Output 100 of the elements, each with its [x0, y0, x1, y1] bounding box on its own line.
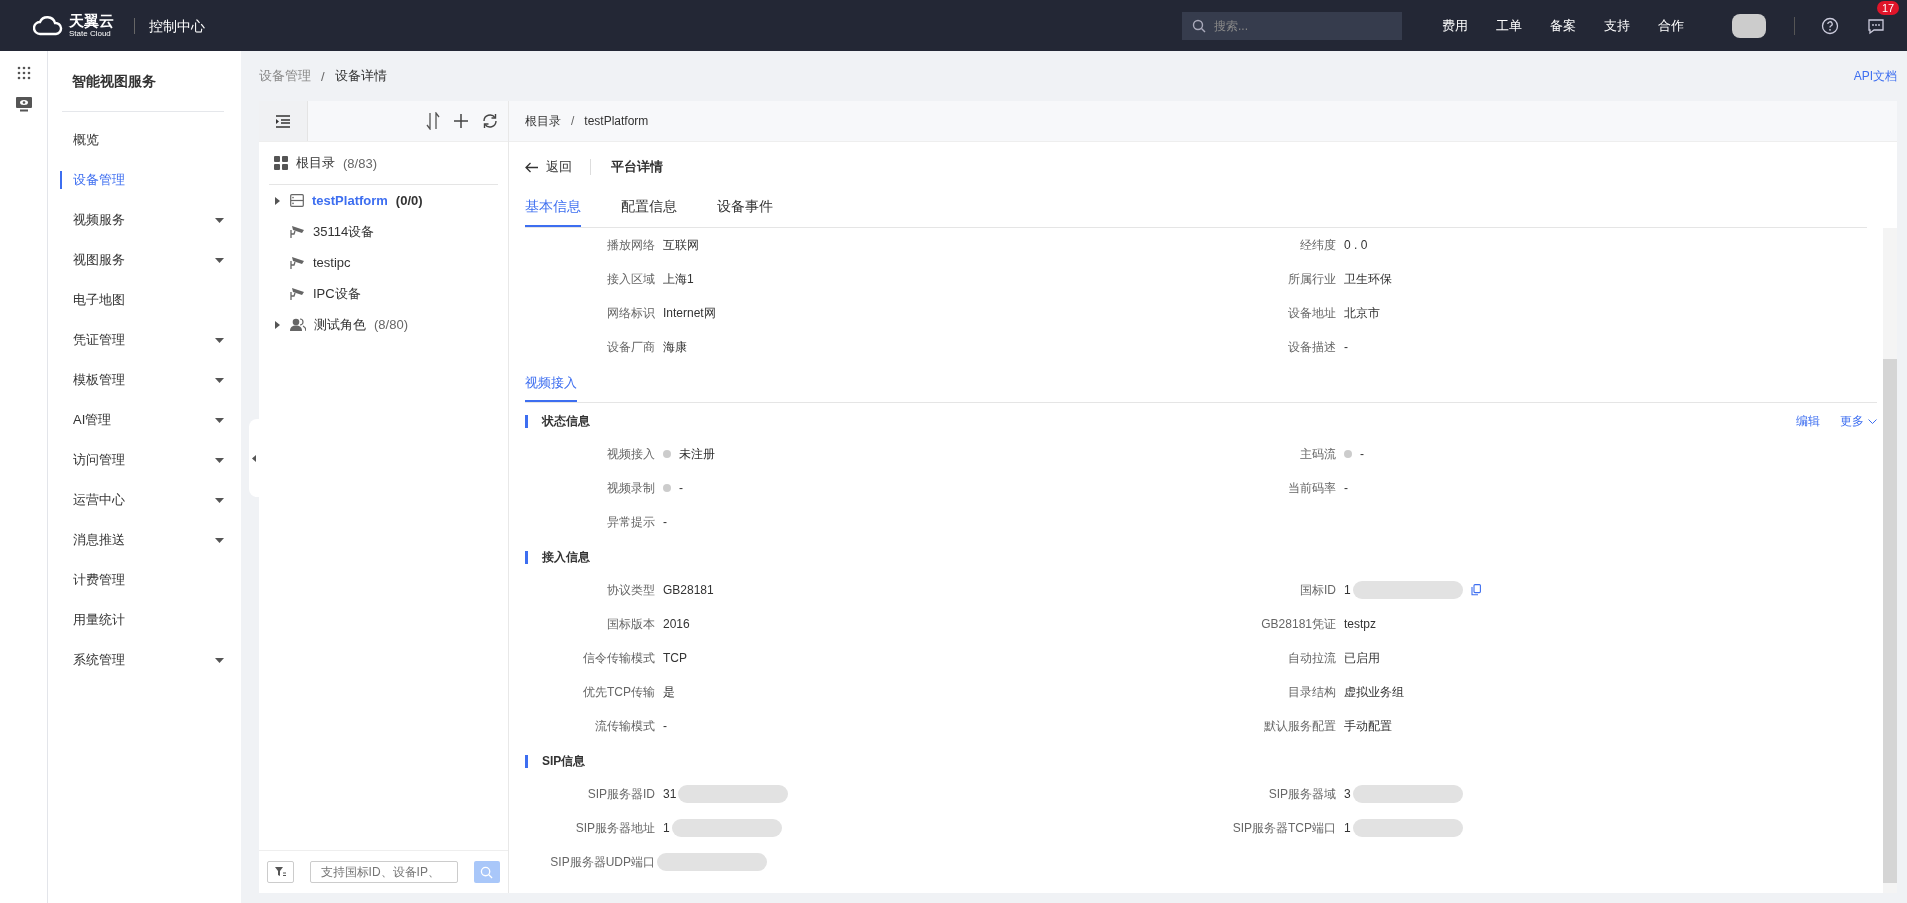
field-label: 目录结构 — [1287, 683, 1336, 701]
sidebar-item[interactable]: 计费管理 — [60, 560, 224, 600]
sidebar-item[interactable]: 模板管理 — [60, 360, 224, 400]
field-value: - — [663, 719, 667, 733]
scrollbar-thumb[interactable] — [1883, 359, 1897, 883]
add-icon[interactable] — [454, 114, 468, 128]
expand-caret-icon[interactable] — [275, 320, 280, 329]
edit-link[interactable]: 编辑 — [1796, 412, 1820, 430]
server-icon — [290, 194, 304, 207]
breadcrumb-item[interactable]: 根目录 — [525, 112, 561, 130]
tab[interactable]: 设备事件 — [717, 192, 773, 227]
users-icon — [290, 318, 306, 331]
field-value: 手动配置 — [1344, 717, 1392, 735]
section-title: SIP信息 — [525, 754, 586, 768]
back-button[interactable]: 返回 — [525, 159, 591, 175]
nav-link[interactable]: 备案 — [1550, 16, 1576, 35]
sidebar-item[interactable]: 凭证管理 — [60, 320, 224, 360]
field-label: 当前码率 — [1287, 479, 1336, 497]
sidebar-item[interactable]: 用量统计 — [60, 600, 224, 640]
indent-icon — [275, 114, 291, 128]
sidebar-title: 智能视图服务 — [62, 51, 224, 112]
chevron-down-icon — [1868, 418, 1877, 424]
section-title: 接入信息 — [525, 550, 590, 564]
sidebar-item[interactable]: 运营中心 — [60, 480, 224, 520]
expand-caret-icon[interactable] — [275, 196, 280, 205]
tree-item[interactable]: testPlatform (0/0) — [259, 185, 508, 216]
field-value: 3 — [1344, 787, 1351, 801]
sidebar-item[interactable]: 消息推送 — [60, 520, 224, 560]
field-label: 默认服务配置 — [1263, 717, 1336, 735]
tab[interactable]: 基本信息 — [525, 192, 581, 227]
breadcrumb-separator: / — [321, 68, 325, 84]
scrollbar[interactable] — [1883, 228, 1897, 893]
nav-link[interactable]: 费用 — [1442, 16, 1468, 35]
field-value: 已启用 — [1344, 649, 1380, 667]
field-value: - — [1360, 447, 1364, 461]
breadcrumb-item: testPlatform — [584, 114, 649, 128]
sidebar-item[interactable]: 访问管理 — [60, 440, 224, 480]
field-value: 1 — [1344, 821, 1351, 835]
nav-link[interactable]: 合作 — [1658, 16, 1684, 35]
field-value: - — [1344, 340, 1348, 354]
sidebar-item[interactable]: 系统管理 — [60, 640, 224, 680]
field-value: 上海1 — [663, 270, 694, 288]
refresh-icon[interactable] — [482, 113, 498, 129]
caret-icon — [252, 454, 256, 462]
field-label: 流传输模式 — [594, 717, 655, 735]
field-value: 北京市 — [1344, 304, 1380, 322]
field-label: 视频录制 — [606, 479, 655, 497]
sidebar-item[interactable]: 视图服务 — [60, 240, 224, 280]
copy-icon[interactable] — [1470, 584, 1481, 596]
api-docs-link[interactable]: API文档 — [1853, 67, 1897, 85]
field-value: Internet网 — [663, 304, 716, 322]
sidebar-item[interactable]: 电子地图 — [60, 280, 224, 320]
message-icon[interactable] — [1867, 16, 1885, 35]
tree-item[interactable]: IPC设备 — [259, 278, 508, 309]
nav-link[interactable]: 支持 — [1604, 16, 1630, 35]
grid-icon — [274, 156, 288, 170]
tree-item[interactable]: 测试角色 (8/80) — [259, 309, 508, 340]
tab[interactable]: 配置信息 — [621, 192, 677, 227]
collapse-handle[interactable] — [249, 419, 259, 497]
nav-link[interactable]: 工单 — [1496, 16, 1522, 35]
field-value: - — [679, 481, 683, 495]
tree-root-label[interactable]: 根目录 — [296, 154, 335, 172]
field-label: 国标版本 — [606, 615, 655, 633]
field-value: 是 — [663, 683, 675, 701]
sidebar-item[interactable]: 设备管理 — [60, 171, 224, 189]
field-value: 未注册 — [679, 445, 715, 463]
filter-button[interactable] — [267, 861, 294, 883]
section-title: 状态信息 — [525, 414, 590, 428]
field-label: 设备地址 — [1287, 304, 1336, 322]
sidebar-item[interactable]: AI管理 — [60, 400, 224, 440]
back-arrow-icon — [525, 161, 538, 173]
sort-icon[interactable] — [426, 112, 440, 130]
field-label: 视频接入 — [606, 445, 655, 463]
search-icon — [1192, 18, 1206, 33]
breadcrumb-item: 设备详情 — [334, 67, 387, 85]
tree-item[interactable]: testipc — [259, 247, 508, 278]
field-value: - — [663, 515, 667, 529]
page-title: 平台详情 — [611, 158, 663, 176]
search-field[interactable]: 搜索... — [1182, 11, 1402, 40]
field-label: 接入区域 — [606, 270, 655, 288]
avatar[interactable] — [1732, 13, 1766, 38]
filter-icon — [274, 866, 286, 878]
field-value: 2016 — [663, 617, 690, 631]
logo-subtext: State Cloud — [69, 30, 112, 38]
help-icon[interactable] — [1821, 16, 1839, 35]
apps-grid-icon[interactable] — [16, 66, 31, 80]
field-value: 1 — [1344, 583, 1351, 597]
field-label: 设备厂商 — [606, 338, 655, 356]
field-label: SIP服务器UDP端口 — [549, 853, 655, 871]
tab[interactable]: 视频接入 — [525, 368, 577, 402]
sidebar-item[interactable]: 视频服务 — [60, 200, 224, 240]
breadcrumb-separator: / — [571, 114, 575, 128]
monitor-eye-icon[interactable] — [14, 96, 33, 112]
field-label: 异常提示 — [606, 513, 655, 531]
sidebar-item[interactable]: 概览 — [60, 120, 224, 160]
tree-item[interactable]: 35114设备 — [259, 216, 508, 247]
more-dropdown[interactable]: 更多 — [1840, 412, 1877, 430]
field-label: 经纬度 — [1299, 236, 1336, 254]
notification-count: 17 — [1877, 0, 1900, 15]
search-field[interactable]: 支持国标ID、设备IP、 — [309, 861, 458, 883]
